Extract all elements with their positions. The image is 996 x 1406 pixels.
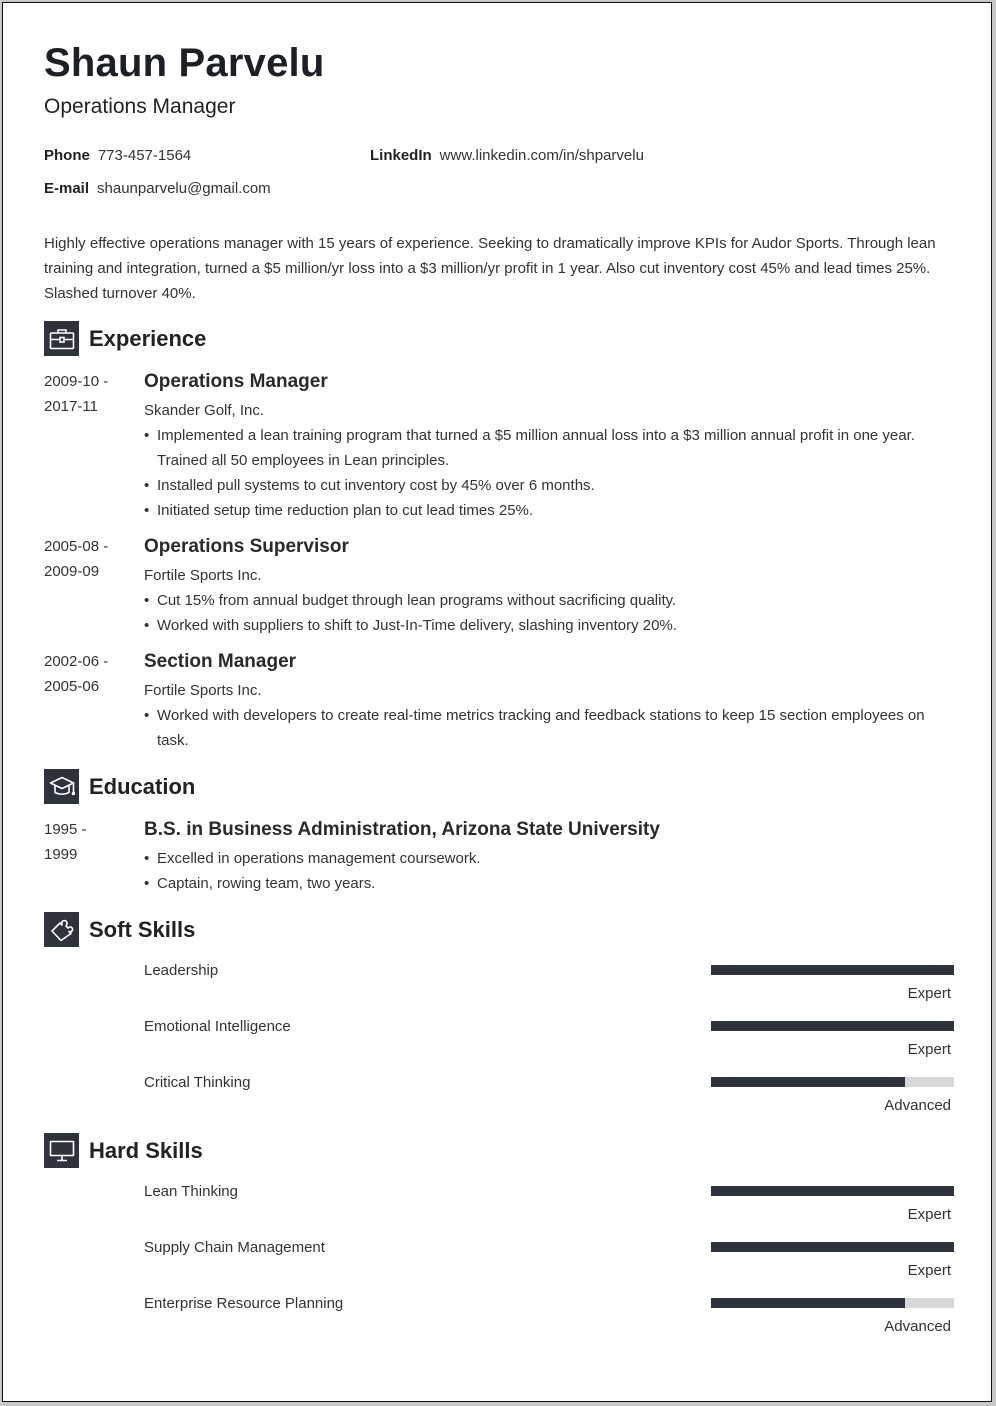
job-1-bullet: Installed pull systems to cut inventory … xyxy=(144,473,944,498)
soft-skill-2-bar-fill xyxy=(711,1021,954,1031)
education-section-header: Education xyxy=(44,769,195,804)
soft-skill-1-bar-fill xyxy=(711,965,954,975)
education-1-dates: 1995 - 1999 xyxy=(44,817,124,867)
job-3-date-end: 2005-06 xyxy=(44,678,100,695)
job-3-title: Section Manager xyxy=(144,651,297,672)
soft-skill-2-level: Expert xyxy=(907,1041,951,1058)
soft-skill-1-name: Leadership xyxy=(144,962,219,979)
briefcase-icon xyxy=(44,321,79,356)
education-1-bullets: Excelled in operations management course… xyxy=(144,846,944,896)
phone-value: 773-457-1564 xyxy=(97,147,192,164)
contact-phone: Phone 773-457-1564 xyxy=(44,147,191,164)
soft-skill-3-name: Critical Thinking xyxy=(144,1074,251,1091)
soft-skill-2-name: Emotional Intelligence xyxy=(144,1018,291,1035)
hard-skill-3-level: Advanced xyxy=(884,1318,951,1335)
linkedin-value[interactable]: www.linkedin.com/in/shparvelu xyxy=(440,147,644,164)
job-2-bullet: Cut 15% from annual budget through lean … xyxy=(144,588,944,613)
hard-skill-1-bar xyxy=(711,1186,954,1196)
email-label: E-mail xyxy=(44,180,90,197)
phone-label: Phone xyxy=(44,147,90,164)
hard-skills-section-title: Hard Skills xyxy=(89,1137,203,1163)
job-3-bullets: Worked with developers to create real-ti… xyxy=(144,703,944,753)
job-1-dates: 2009-10 - 2017-11 xyxy=(44,369,124,419)
hard-skill-1-level: Expert xyxy=(907,1206,951,1223)
job-3-bullet: Worked with developers to create real-ti… xyxy=(144,703,944,753)
job-3-date-start: 2002-06 - xyxy=(44,653,109,670)
soft-skills-section-header: Soft Skills xyxy=(44,912,195,947)
experience-section-header: Experience xyxy=(44,321,206,356)
job-2-dates: 2005-08 - 2009-09 xyxy=(44,534,124,584)
candidate-title: Operations Manager xyxy=(44,95,236,118)
job-3-dates: 2002-06 - 2005-06 xyxy=(44,649,124,699)
soft-skill-3-level: Advanced xyxy=(884,1097,951,1114)
job-1-bullet: Initiated setup time reduction plan to c… xyxy=(144,498,944,523)
hard-skill-1-bar-fill xyxy=(711,1186,954,1196)
job-2-bullet: Worked with suppliers to shift to Just-I… xyxy=(144,613,944,638)
puzzle-piece-icon xyxy=(44,912,79,947)
education-section-title: Education xyxy=(89,773,196,799)
soft-skill-1-level: Expert xyxy=(907,985,951,1002)
experience-section-title: Experience xyxy=(89,325,207,351)
job-2-date-end: 2009-09 xyxy=(44,563,100,580)
graduation-cap-icon xyxy=(44,769,79,804)
job-1-date-start: 2009-10 - xyxy=(44,373,109,390)
education-1-bullet: Excelled in operations management course… xyxy=(144,846,944,871)
job-1-bullets: Implemented a lean training program that… xyxy=(144,423,944,523)
soft-skill-1-bar xyxy=(711,965,954,975)
hard-skill-2-name: Supply Chain Management xyxy=(144,1239,325,1256)
hard-skills-section-header: Hard Skills xyxy=(44,1133,203,1168)
hard-skill-2-bar-fill xyxy=(711,1242,954,1252)
contact-email: E-mail shaunparvelu@gmail.com xyxy=(44,180,271,197)
summary-text: Highly effective operations manager with… xyxy=(44,235,936,302)
resume-page: Shaun Parvelu Operations Manager Phone 77… xyxy=(2,2,992,1402)
education-1-date-start: 1995 - xyxy=(44,821,87,838)
linkedin-label: LinkedIn xyxy=(370,147,432,164)
hard-skill-2-level: Expert xyxy=(907,1262,951,1279)
hard-skill-3-bar-fill xyxy=(711,1298,906,1308)
job-1-date-end: 2017-11 xyxy=(44,398,98,415)
education-1-date-end: 1999 xyxy=(44,846,78,863)
contact-linkedin: LinkedIn www.linkedin.com/in/shparvelu xyxy=(370,147,644,164)
email-value[interactable]: shaunparvelu@gmail.com xyxy=(97,180,271,197)
job-2-date-start: 2005-08 - xyxy=(44,538,109,555)
soft-skill-3-bar-fill xyxy=(711,1077,906,1087)
candidate-name: Shaun Parvelu xyxy=(44,41,325,85)
soft-skill-3-bar xyxy=(711,1077,954,1087)
job-1-company: Skander Golf, Inc. xyxy=(144,402,265,419)
job-2-title: Operations Supervisor xyxy=(144,536,349,557)
hard-skill-3-bar xyxy=(711,1298,954,1308)
job-2-bullets: Cut 15% from annual budget through lean … xyxy=(144,588,944,638)
job-1-title: Operations Manager xyxy=(144,371,328,392)
soft-skill-2-bar xyxy=(711,1021,954,1031)
education-1-degree: B.S. in Business Administration, Arizona… xyxy=(144,819,660,840)
hard-skill-3-name: Enterprise Resource Planning xyxy=(144,1295,344,1312)
job-3-company: Fortile Sports Inc. xyxy=(144,682,262,699)
education-1-bullet: Captain, rowing team, two years. xyxy=(144,871,944,896)
hard-skill-1-name: Lean Thinking xyxy=(144,1183,238,1200)
job-2-company: Fortile Sports Inc. xyxy=(144,567,262,584)
soft-skills-section-title: Soft Skills xyxy=(89,916,196,942)
job-1-bullet: Implemented a lean training program that… xyxy=(144,423,944,473)
monitor-icon xyxy=(44,1133,79,1168)
hard-skill-2-bar xyxy=(711,1242,954,1252)
